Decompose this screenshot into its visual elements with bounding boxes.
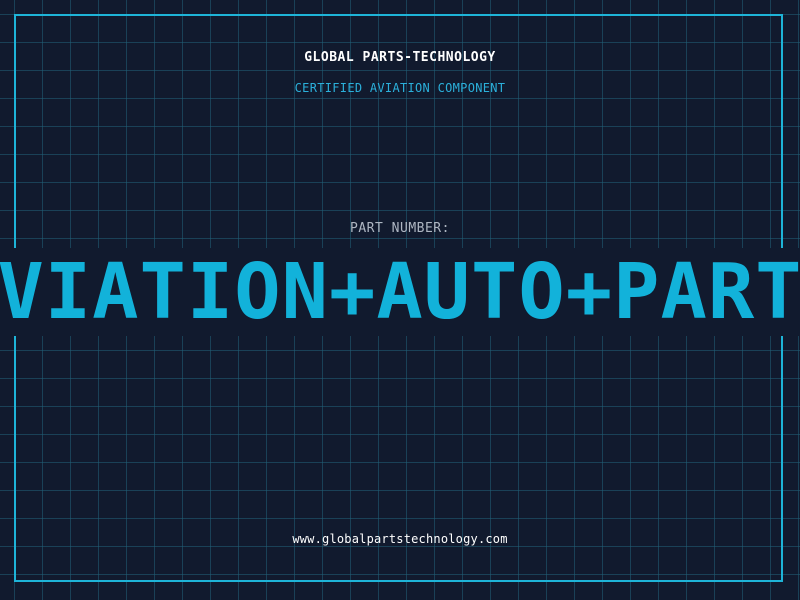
certification-subtitle: CERTIFIED AVIATION COMPONENT [294,81,506,95]
certificate-card: GLOBAL PARTS-TECHNOLOGY CERTIFIED AVIATI… [0,0,800,600]
website-url: www.globalpartstechnology.com [292,532,508,546]
company-name: GLOBAL PARTS-TECHNOLOGY [304,50,496,65]
part-number-value: AVIATION+AUTO+PARTS [0,247,800,337]
part-number-label: PART NUMBER: [350,221,450,236]
